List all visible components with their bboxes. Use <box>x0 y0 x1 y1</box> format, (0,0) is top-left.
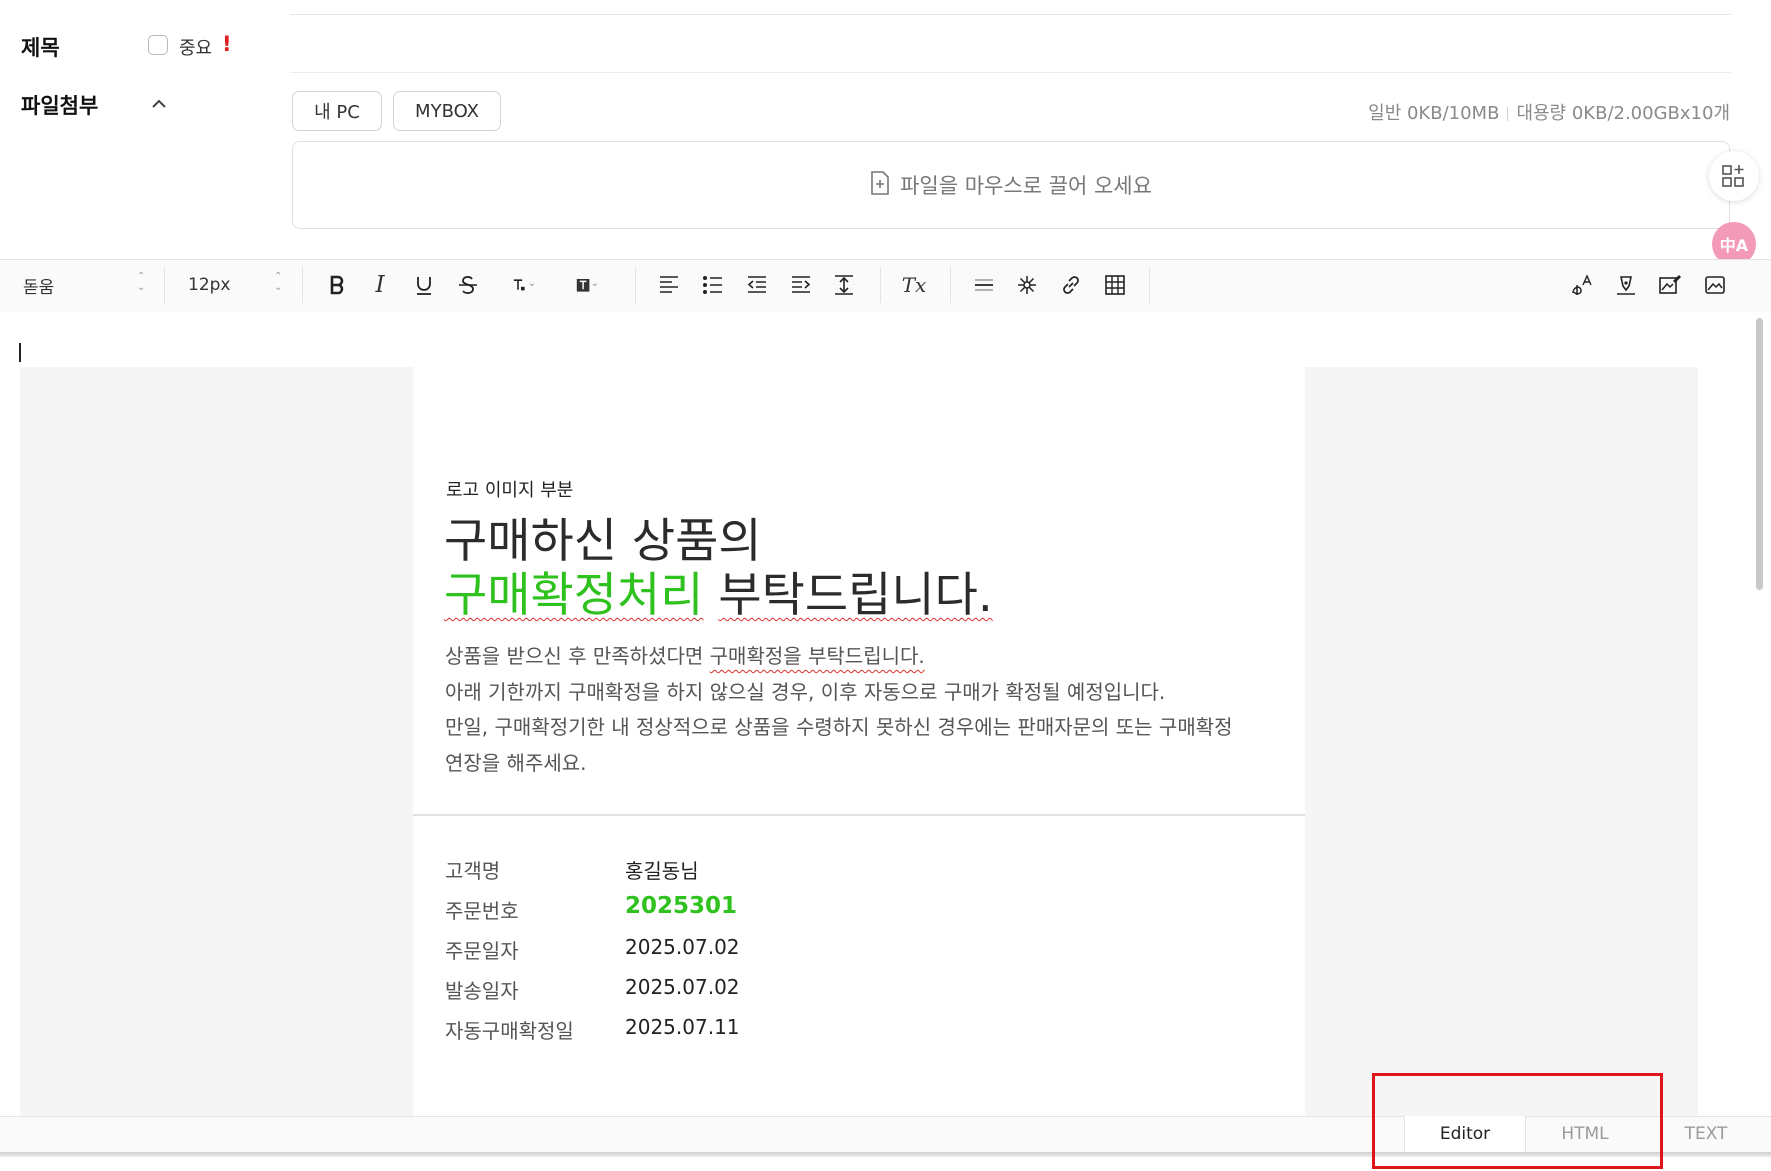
toolbar-separator <box>164 267 165 303</box>
important-checkbox[interactable] <box>148 35 168 55</box>
logo-placeholder: 로고 이미지 부분 <box>446 480 574 501</box>
order-number-value: 2025301 <box>625 893 738 919</box>
para-line2: 아래 기한까지 구매확정을 하지 않으실 경우, 이후 자동으로 구매가 확정될… <box>445 679 1166 704</box>
top-divider <box>290 14 1731 15</box>
signature-pen-icon[interactable] <box>1608 267 1644 303</box>
line-height-icon[interactable] <box>826 267 862 303</box>
mail-section-divider <box>413 814 1305 816</box>
font-family-spinner-icon: ⌃ ⌄ <box>137 271 146 293</box>
outdent-icon[interactable] <box>739 267 775 303</box>
bullet-list-icon[interactable] <box>695 267 731 303</box>
font-size-spinner-icon: ⌃ ⌄ <box>274 271 283 293</box>
ship-date-value: 2025.07.02 <box>625 975 740 999</box>
title-row-divider <box>290 72 1731 73</box>
mail-headline: 구매하신 상품의 구매확정처리 부탁드립니다. <box>444 515 993 623</box>
horizontal-rule-icon[interactable] <box>966 267 1002 303</box>
headline-rest: 부탁드립니다. <box>718 568 993 623</box>
dropzone-text: 파일을 마우스로 끌어 오세요 <box>900 174 1152 198</box>
attach-label: 파일첨부 <box>21 94 99 118</box>
editor-scrollbar-thumb[interactable] <box>1756 318 1763 590</box>
bold-icon[interactable] <box>319 267 355 303</box>
ship-date-label: 발송일자 <box>445 979 519 1003</box>
important-mark: ! <box>222 32 232 56</box>
mail-left-margin <box>20 367 413 1116</box>
headline-green: 구매확정처리 <box>444 568 704 623</box>
toolbar-separator <box>1149 267 1150 303</box>
strikethrough-icon[interactable] <box>450 267 486 303</box>
order-date-label: 주문일자 <box>445 939 519 963</box>
para-line4: 연장을 해주세요. <box>445 750 587 775</box>
quota-info: 일반 0KB/10MB 대용량 0KB/2.00GBx10개 <box>1368 99 1730 125</box>
para-line1-text: 상품을 받으신 후 만족하셨다면 <box>445 644 710 668</box>
indent-icon[interactable] <box>783 267 819 303</box>
background-color-icon[interactable] <box>560 267 614 303</box>
para-line1-underlined: 구매확정을 부탁드립니다. <box>709 644 925 668</box>
clear-format-icon[interactable]: Tx <box>896 267 932 303</box>
file-dropzone[interactable]: 파일을 마우스로 끌어 오세요 <box>292 141 1730 229</box>
para-line3: 만일, 구매확정기한 내 정상적으로 상품을 수령하지 못하신 경우에는 판매자… <box>445 715 1233 739</box>
para-line1: 상품을 받으신 후 만족하셨다면 구매확정을 부탁드립니다. <box>445 639 1233 675</box>
headline-line2: 구매확정처리 부탁드립니다. <box>444 569 993 623</box>
file-add-icon <box>870 170 890 200</box>
special-char-icon[interactable] <box>1009 267 1045 303</box>
image-edit-icon[interactable] <box>1652 267 1688 303</box>
image-icon[interactable] <box>1697 267 1733 303</box>
align-left-icon[interactable] <box>651 267 687 303</box>
customer-name-value: 홍길동님 <box>625 859 699 883</box>
order-number-label: 주문번호 <box>445 899 519 923</box>
order-date-value: 2025.07.02 <box>625 935 740 959</box>
font-color-icon[interactable] <box>497 267 551 303</box>
quota-separator <box>1507 107 1509 121</box>
my-pc-button[interactable]: 내 PC <box>292 91 382 131</box>
important-label: 중요 <box>179 38 213 59</box>
quota-large: 대용량 0KB/2.00GBx10개 <box>1516 103 1730 124</box>
mybox-button[interactable]: MYBOX <box>393 91 501 131</box>
ai-writing-icon[interactable] <box>1564 267 1600 303</box>
font-size-select[interactable]: 12px ⌃ ⌄ <box>188 259 300 311</box>
mail-body-text: 상품을 받으신 후 만족하셨다면 구매확정을 부탁드립니다. 아래 기한까지 구… <box>445 639 1233 781</box>
mail-right-margin <box>1305 367 1698 1116</box>
underline-icon[interactable] <box>406 267 442 303</box>
toolbar-separator <box>880 267 881 303</box>
toolbar-separator <box>950 267 951 303</box>
auto-confirm-date-value: 2025.07.11 <box>625 1015 740 1039</box>
apps-add-icon[interactable] <box>1709 151 1759 201</box>
headline-line1: 구매하신 상품의 <box>444 514 762 569</box>
mode-tab-text[interactable]: TEXT <box>1646 1116 1766 1152</box>
text-caret <box>19 343 21 362</box>
highlight-box <box>1372 1073 1663 1169</box>
auto-confirm-date-label: 자동구매확정일 <box>445 1019 574 1043</box>
table-icon[interactable] <box>1097 267 1133 303</box>
toolbar-separator <box>635 267 636 303</box>
toolbar-separator <box>302 267 303 303</box>
italic-icon[interactable]: I <box>362 267 398 303</box>
customer-name-label: 고객명 <box>445 859 501 883</box>
quota-normal: 일반 0KB/10MB <box>1368 103 1500 124</box>
collapse-chevron-icon[interactable] <box>149 94 169 114</box>
font-size-value: 12px <box>188 275 231 295</box>
font-family-select[interactable]: 돋움 ⌃ ⌄ <box>23 259 153 311</box>
link-icon[interactable] <box>1053 267 1089 303</box>
font-family-value: 돋움 <box>23 277 55 298</box>
title-label: 제목 <box>21 36 60 60</box>
